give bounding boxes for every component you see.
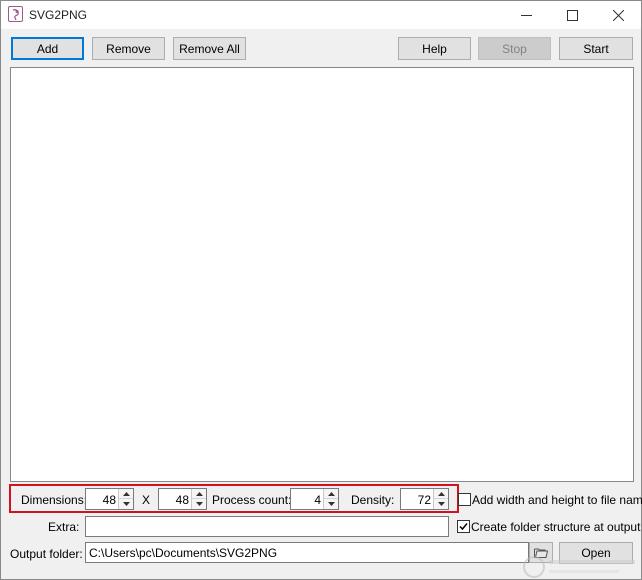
add-width-height-label[interactable]: Add width and height to file name [472, 493, 642, 507]
minimize-button[interactable] [503, 1, 549, 29]
checkmark-icon [459, 523, 468, 531]
output-folder-input[interactable]: C:\Users\pc\Documents\SVG2PNG [85, 542, 529, 563]
window-title: SVG2PNG [29, 8, 88, 22]
close-button[interactable] [595, 1, 641, 29]
help-button[interactable]: Help [398, 37, 471, 60]
extra-input[interactable] [85, 516, 449, 537]
spin-up-icon[interactable] [434, 489, 448, 499]
process-count-label: Process count: [212, 493, 292, 507]
app-window: SVG2PNG Add Remove Remove All Help Stop … [0, 0, 642, 580]
height-value: 48 [175, 493, 189, 507]
density-spinner[interactable]: 72 [400, 488, 449, 510]
add-button[interactable]: Add [11, 37, 84, 60]
height-spinner[interactable]: 48 [158, 488, 207, 510]
x-label: X [142, 493, 151, 507]
density-value: 72 [417, 493, 431, 507]
spin-up-icon[interactable] [324, 489, 338, 499]
output-folder-label: Output folder: [10, 547, 83, 561]
width-spinner[interactable]: 48 [85, 488, 134, 510]
spin-down-icon[interactable] [119, 499, 133, 509]
maximize-button[interactable] [549, 1, 595, 29]
remove-button[interactable]: Remove [92, 37, 165, 60]
minimize-icon [520, 14, 532, 16]
file-list[interactable] [10, 67, 634, 482]
close-icon [612, 9, 624, 21]
create-folder-label[interactable]: Create folder structure at output [471, 520, 640, 534]
process-count-value: 4 [314, 493, 321, 507]
spin-down-icon[interactable] [192, 499, 206, 509]
maximize-icon [566, 9, 578, 21]
title-bar: SVG2PNG [1, 1, 641, 29]
remove-all-button[interactable]: Remove All [173, 37, 246, 60]
spin-down-icon[interactable] [434, 499, 448, 509]
dimensions-label: Dimensions: [21, 493, 88, 507]
process-count-spinner[interactable]: 4 [290, 488, 339, 510]
spin-down-icon[interactable] [324, 499, 338, 509]
watermark-logo [521, 554, 641, 580]
spin-up-icon[interactable] [119, 489, 133, 499]
spin-up-icon[interactable] [192, 489, 206, 499]
width-value: 48 [102, 493, 116, 507]
density-label: Density: [351, 493, 395, 507]
start-button[interactable]: Start [559, 37, 633, 60]
stop-button[interactable]: Stop [478, 37, 551, 60]
app-icon [8, 6, 23, 22]
extra-label: Extra: [48, 520, 80, 534]
add-width-height-checkbox[interactable] [458, 493, 471, 506]
create-folder-checkbox[interactable] [457, 520, 470, 533]
